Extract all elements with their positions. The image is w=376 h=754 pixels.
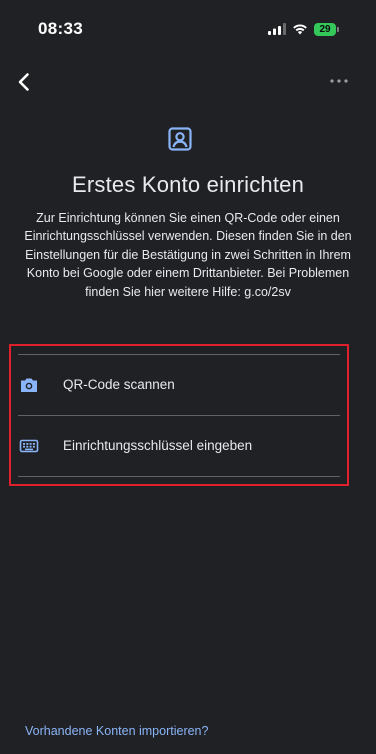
cellular-signal-icon	[268, 23, 286, 35]
divider	[18, 415, 340, 416]
divider	[18, 476, 340, 477]
wifi-icon	[292, 23, 308, 35]
import-accounts-link[interactable]: Vorhandene Konten importieren?	[25, 724, 208, 738]
status-time: 08:33	[38, 19, 83, 38]
account-box-icon	[167, 126, 193, 152]
scan-qr-code-option[interactable]: QR-Code scannen	[11, 356, 347, 414]
divider	[18, 354, 340, 355]
more-options-button[interactable]	[328, 74, 350, 88]
chevron-left-icon	[12, 70, 36, 94]
camera-icon	[19, 375, 39, 395]
enter-setup-key-option[interactable]: Einrichtungsschlüssel eingeben	[11, 417, 347, 475]
status-icons: 29	[268, 22, 339, 36]
enter-setup-key-label: Einrichtungsschlüssel eingeben	[63, 438, 253, 453]
page-title: Erstes Konto einrichten	[71, 172, 305, 197]
scan-qr-code-label: QR-Code scannen	[63, 377, 175, 392]
more-horizontal-icon	[328, 74, 350, 88]
status-bar: 08:33 29	[0, 0, 376, 54]
setup-description: Zur Einrichtung können Sie einen QR-Code…	[24, 211, 352, 299]
back-button[interactable]	[12, 70, 36, 94]
battery-icon: 29	[314, 22, 339, 36]
keyboard-icon	[19, 436, 39, 456]
